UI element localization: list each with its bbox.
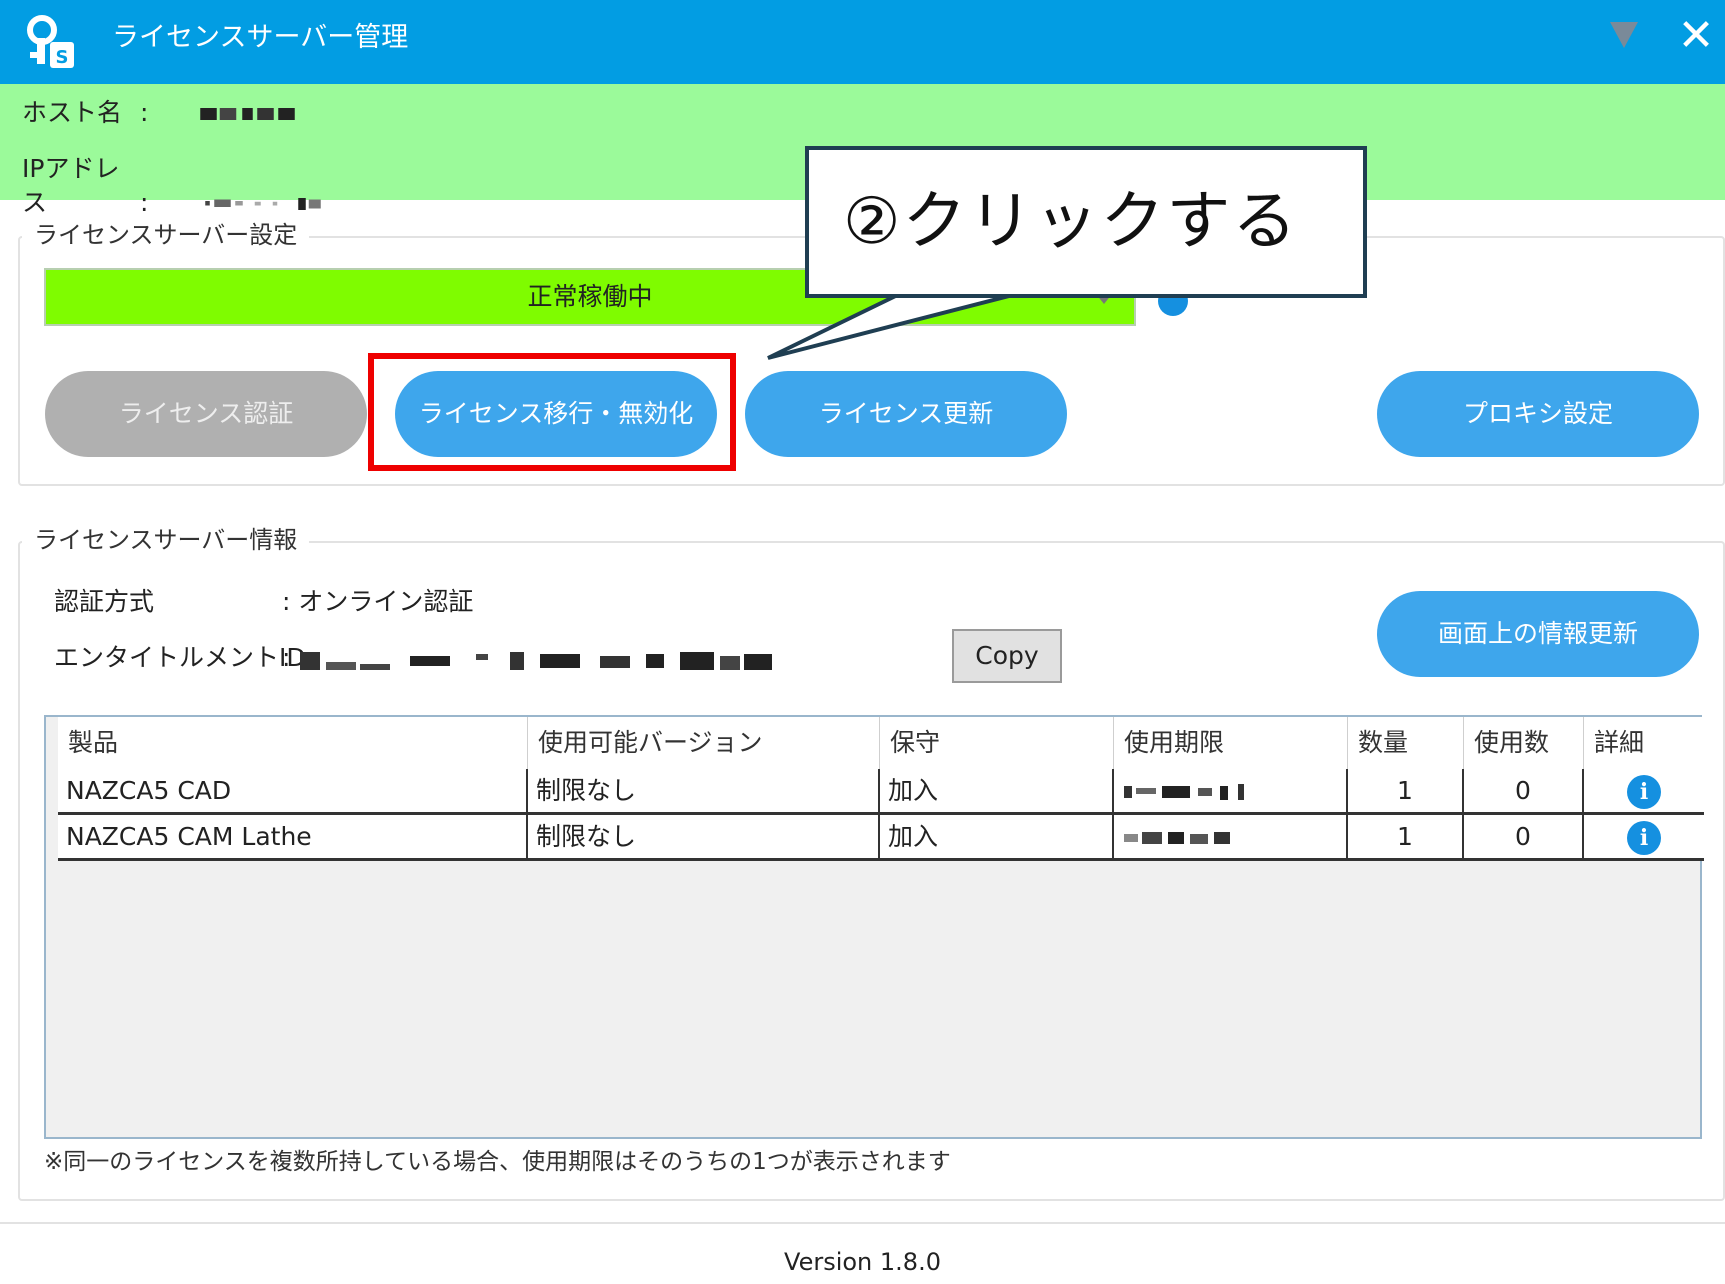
ip-label: IPアドレス [22,154,120,217]
version-cell: 制限なし [528,769,880,812]
version-cell: 制限なし [528,815,880,858]
detail-cell: i [1584,815,1704,858]
column-header[interactable]: 詳細 [1584,717,1704,769]
version-label: Version 1.8.0 [784,1248,941,1276]
close-icon[interactable]: ✕ [1674,14,1718,58]
key-license-icon: S [27,15,74,68]
column-header[interactable]: 数量 [1348,717,1464,769]
footnote: ※同一のライセンスを複数所持している場合、使用期限はそのうちの1つが表示されます [44,1149,951,1175]
triangle-down-icon[interactable] [1606,16,1642,52]
ip-row: IPアドレス: [22,152,354,220]
expiry-redacted [1124,784,1244,800]
hostname-label: ホスト名 [22,98,123,127]
status-text: 正常稼働中 [527,282,653,311]
license-table: 製品 使用可能バージョン 保守 使用期限 数量 使用数 詳細 NAZCA5 CA… [44,715,1704,1139]
entitlement-label: エンタイトルメントID [54,643,306,672]
expiry-redacted [1124,832,1230,844]
maintenance-cell: 加入 [880,769,1114,812]
hostname-redacted [200,108,295,120]
svg-text:S: S [56,47,69,68]
used-cell: 0 [1464,815,1584,858]
info-group-title: ライセンスサーバー情報 [22,524,310,556]
callout-box: ②クリックする [805,146,1367,298]
license-update-button[interactable]: ライセンス更新 [745,371,1067,457]
quantity-cell: 1 [1348,815,1464,858]
refresh-info-button[interactable]: 画面上の情報更新 [1377,591,1699,677]
proxy-settings-button[interactable]: プロキシ設定 [1377,371,1699,457]
ip-redacted [205,198,321,210]
copy-button[interactable]: Copy [952,629,1062,683]
column-header[interactable]: 使用数 [1464,717,1584,769]
table-row[interactable]: NAZCA5 CAM Lathe 制限なし 加入 1 0 i [58,815,1704,861]
footer-divider [0,1222,1725,1224]
expiry-cell [1114,769,1348,812]
window-title: ライセンスサーバー管理 [112,22,409,53]
ip-colon: : [140,188,149,217]
info-icon[interactable]: i [1627,775,1661,809]
product-cell: NAZCA5 CAM Lathe [58,815,528,858]
column-header[interactable]: 使用期限 [1114,717,1348,769]
expiry-cell [1114,815,1348,858]
column-header[interactable]: 製品 [58,717,528,769]
info-icon[interactable]: i [1627,821,1661,855]
hostname-row: ホスト名: [22,96,314,130]
auth-method-label: 認証方式 [54,587,155,616]
maintenance-cell: 加入 [880,815,1114,858]
column-header[interactable]: 使用可能バージョン [528,717,880,769]
callout-text: ②クリックする [843,185,1299,259]
hostname-colon: : [140,98,149,127]
title-bar: S ライセンスサーバー管理 ✕ [0,0,1725,84]
highlight-frame [368,353,736,471]
license-auth-button[interactable]: ライセンス認証 [45,371,367,457]
quantity-cell: 1 [1348,769,1464,812]
entitlement-colon: : [282,643,291,672]
column-header[interactable]: 保守 [880,717,1114,769]
entitlement-id-redacted [300,652,772,670]
table-header: 製品 使用可能バージョン 保守 使用期限 数量 使用数 詳細 [58,717,1704,769]
auth-method-value: : オンライン認証 [282,587,474,616]
table-row[interactable]: NAZCA5 CAD 制限なし 加入 1 0 i [58,769,1704,815]
used-cell: 0 [1464,769,1584,812]
settings-group-title: ライセンスサーバー設定 [22,219,310,251]
product-cell: NAZCA5 CAD [58,769,528,812]
detail-cell: i [1584,769,1704,812]
